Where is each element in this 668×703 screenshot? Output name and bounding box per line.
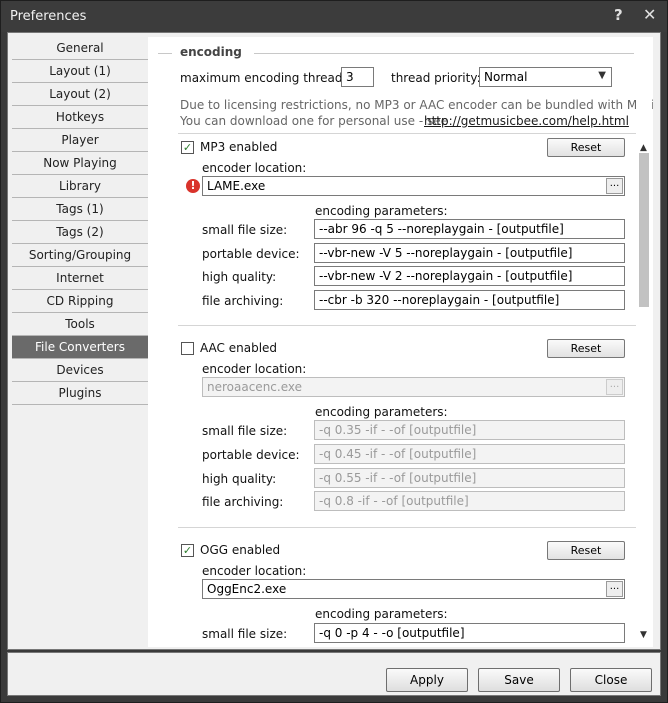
aac-enabled-label: AAC enabled [200,341,278,355]
sidebar-item-hotkeys[interactable]: Hotkeys [12,106,148,129]
encoding-section-header: encoding [158,45,636,61]
ogg-reset-button[interactable]: Reset [547,541,625,560]
warning-icon: ! [186,179,200,193]
sidebar-item-plugins[interactable]: Plugins [12,382,148,405]
ogg-enabled-checkbox[interactable]: ✓ [181,544,194,557]
priority-select[interactable]: Normal ▼ [479,67,612,87]
ogg-enabled-label: OGG enabled [200,543,281,557]
aac-params-label: encoding parameters: [315,405,448,419]
ogg-location-label: encoder location: [202,564,307,578]
mp3-location-input[interactable]: LAME.exe [202,176,625,196]
encoding-section-title: encoding [180,45,242,59]
dialog-footer: Apply Save Close [7,652,661,696]
aac-browse-button[interactable]: ... [606,379,623,395]
aac-portable-input[interactable]: -q 0.45 -if - -of [outputfile] [314,444,625,464]
mp3-archive-label: file archiving: [202,294,284,308]
sidebar: General Layout (1) Layout (2) Hotkeys Pl… [12,37,148,405]
mp3-location-label: encoder location: [202,161,307,175]
aac-high-label: high quality: [202,472,277,486]
sidebar-item-player[interactable]: Player [12,129,148,152]
close-button[interactable]: Close [570,668,652,692]
sidebar-item-library[interactable]: Library [12,175,148,198]
licensing-notice-line2: You can download one for personal use - … [180,114,449,128]
mp3-reset-button[interactable]: Reset [547,138,625,157]
sidebar-item-internet[interactable]: Internet [12,267,148,290]
title-bar: Preferences ? ✕ [1,1,667,32]
licensing-notice-line1: Due to licensing restrictions, no MP3 or… [180,98,653,112]
scrollbar-thumb[interactable] [639,153,649,307]
scroll-up-icon[interactable]: ▲ [640,143,647,153]
aac-enabled-checkbox[interactable] [181,342,194,355]
aac-location-input[interactable]: neroaacenc.exe [202,377,625,397]
scroll-down-icon[interactable]: ▼ [640,630,647,640]
mp3-browse-button[interactable]: ... [606,178,623,194]
header-rule-left [158,53,172,54]
ogg-browse-button[interactable]: ... [606,581,623,597]
aac-location-label: encoder location: [202,362,307,376]
ogg-params-label: encoding parameters: [315,607,448,621]
sidebar-item-layout-1[interactable]: Layout (1) [12,60,148,83]
chevron-down-icon: ▼ [598,70,606,81]
ogg-location-input[interactable]: OggEnc2.exe [202,579,625,599]
aac-archive-input[interactable]: -q 0.8 -if - -of [outputfile] [314,491,625,511]
sidebar-item-devices[interactable]: Devices [12,359,148,382]
sidebar-item-now-playing[interactable]: Now Playing [12,152,148,175]
header-rule-right [254,53,634,54]
sidebar-item-tags-1[interactable]: Tags (1) [12,198,148,221]
mp3-portable-label: portable device: [202,247,300,261]
mp3-small-label: small file size: [202,223,288,237]
aac-small-input[interactable]: -q 0.35 -if - -of [outputfile] [314,420,625,440]
save-button[interactable]: Save [478,668,560,692]
aac-small-label: small file size: [202,424,288,438]
priority-label: thread priority: [391,71,481,85]
aac-portable-label: portable device: [202,448,300,462]
sidebar-item-cd-ripping[interactable]: CD Ripping [12,290,148,313]
help-icon[interactable]: ? [614,6,623,24]
mp3-high-input[interactable]: --vbr-new -V 2 --noreplaygain - [outputf… [314,266,625,286]
mp3-small-input[interactable]: --abr 96 -q 5 --noreplaygain - [outputfi… [314,219,625,239]
preferences-window: Preferences ? ✕ General Layout (1) Layou… [0,0,668,703]
ogg-small-input[interactable]: -q 0 -p 4 - -o [outputfile] [314,623,625,643]
section-divider [178,527,636,528]
help-link[interactable]: http://getmusicbee.com/help.html [424,114,629,128]
vertical-scrollbar[interactable]: ▲ ▼ [636,37,652,647]
mp3-portable-input[interactable]: --vbr-new -V 5 --noreplaygain - [outputf… [314,243,625,263]
ogg-small-label: small file size: [202,627,288,641]
aac-high-input[interactable]: -q 0.55 -if - -of [outputfile] [314,468,625,488]
mp3-archive-input[interactable]: --cbr -b 320 --noreplaygain - [outputfil… [314,290,625,310]
client-area: General Layout (1) Layout (2) Hotkeys Pl… [7,32,661,650]
sidebar-item-general[interactable]: General [12,37,148,60]
sidebar-item-tags-2[interactable]: Tags (2) [12,221,148,244]
priority-value: Normal [484,70,528,84]
threads-label: maximum encoding threads: [180,71,353,85]
sidebar-item-layout-2[interactable]: Layout (2) [12,83,148,106]
apply-button[interactable]: Apply [386,668,468,692]
aac-reset-button[interactable]: Reset [547,339,625,358]
section-divider [178,325,636,326]
sidebar-item-tools[interactable]: Tools [12,313,148,336]
threads-input[interactable]: 3 [341,67,374,87]
sidebar-item-file-converters[interactable]: File Converters [12,336,148,359]
mp3-enabled-label: MP3 enabled [200,140,278,154]
section-divider [178,133,636,134]
close-icon[interactable]: ✕ [643,5,656,24]
settings-panel: encoding maximum encoding threads: 3 thr… [148,37,653,647]
window-title: Preferences [10,9,87,24]
mp3-high-label: high quality: [202,270,277,284]
sidebar-item-sorting-grouping[interactable]: Sorting/Grouping [12,244,148,267]
mp3-enabled-checkbox[interactable]: ✓ [181,141,194,154]
aac-archive-label: file archiving: [202,495,284,509]
mp3-params-label: encoding parameters: [315,204,448,218]
